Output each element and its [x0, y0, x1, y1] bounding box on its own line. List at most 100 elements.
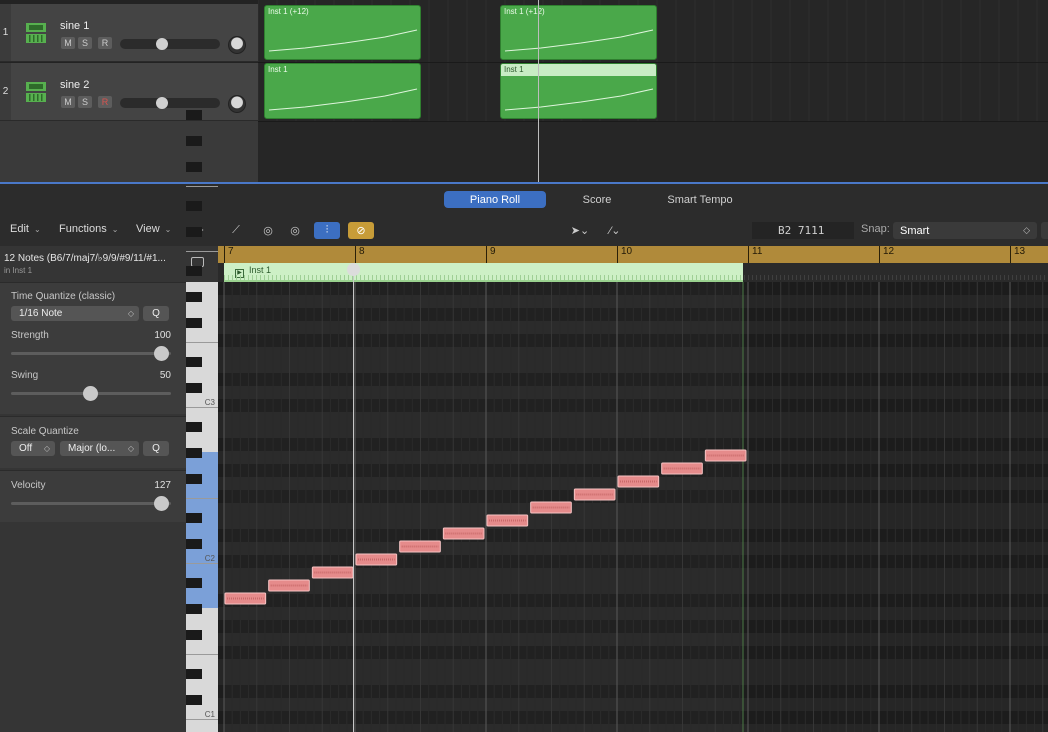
region-label: Inst 1 (+12)	[268, 7, 309, 16]
tab-score[interactable]: Score	[560, 191, 634, 208]
velocity-slider-knob[interactable]	[154, 496, 169, 511]
midi-region[interactable]: Inst 1 (+12)	[500, 5, 657, 60]
edit-menu-label: Edit	[10, 223, 29, 235]
region-strip: ▶ Inst 1	[218, 263, 1048, 282]
bar-number: 7	[224, 246, 234, 263]
midi-region-selected[interactable]: Inst 1	[500, 63, 657, 119]
region-label: Inst 1	[268, 65, 288, 74]
chevron-down-icon: ⌄	[164, 225, 172, 234]
black-key[interactable]	[186, 630, 202, 640]
link-icon[interactable]: ⊘	[348, 222, 374, 239]
velocity-value: 127	[154, 480, 171, 491]
black-key[interactable]	[186, 266, 202, 276]
volume-slider-knob[interactable]	[156, 38, 168, 50]
bar-number: 12	[879, 246, 894, 263]
record-button[interactable]: R	[98, 37, 112, 49]
scale-quantize-off-select[interactable]: Off ◇	[11, 441, 55, 456]
track-header-2[interactable]: 2 sine 2 M S R	[0, 63, 258, 121]
black-key[interactable]	[186, 539, 202, 549]
bar-number: 8	[355, 246, 365, 263]
bar-number: 9	[486, 246, 496, 263]
solo-button[interactable]: S	[78, 37, 92, 49]
tracks-empty-area	[0, 121, 258, 183]
piano-roll-playhead[interactable]	[353, 263, 354, 732]
black-key[interactable]	[186, 110, 202, 120]
white-key-divider	[186, 719, 218, 720]
black-key[interactable]	[186, 604, 202, 614]
chevron-updown-icon: ◇	[127, 309, 134, 318]
automation-curve-icon[interactable]: ⟋	[226, 222, 246, 239]
black-key[interactable]	[186, 669, 202, 679]
volume-slider-knob[interactable]	[156, 97, 168, 109]
black-key[interactable]	[186, 162, 202, 172]
tab-piano-roll[interactable]: Piano Roll	[444, 191, 546, 208]
black-key[interactable]	[186, 318, 202, 328]
scale-mode-select[interactable]: Major (lo... ◇	[60, 441, 139, 456]
editor-tab-bar: Piano Roll Score Smart Tempo	[0, 184, 1048, 214]
pan-knob[interactable]	[228, 36, 246, 54]
time-quantize-select[interactable]: 1/16 Note ◇	[11, 306, 139, 321]
snap-label: Snap:	[861, 223, 890, 235]
collapse-mode-icon[interactable]: ⫶	[314, 222, 340, 239]
midi-out-icon[interactable]: ◎	[258, 222, 278, 239]
white-key-divider	[186, 498, 218, 499]
strength-slider-knob[interactable]	[154, 346, 169, 361]
tab-smart-tempo[interactable]: Smart Tempo	[650, 191, 750, 208]
black-key[interactable]	[186, 292, 202, 302]
functions-menu[interactable]: Functions ⌄	[59, 223, 118, 235]
velocity-slider[interactable]	[11, 502, 171, 505]
black-key[interactable]	[186, 357, 202, 367]
playhead-handle[interactable]	[347, 263, 360, 276]
swing-slider-knob[interactable]	[83, 386, 98, 401]
track-header-1[interactable]: 1 sine 1 M S R	[0, 4, 258, 62]
bar-ruler[interactable]: 7 8 9 10 11 12 13	[218, 246, 1048, 263]
black-key[interactable]	[186, 422, 202, 432]
pan-knob[interactable]	[228, 95, 246, 113]
black-key[interactable]	[186, 201, 202, 211]
volume-slider[interactable]	[120, 97, 220, 109]
volume-slider[interactable]	[120, 38, 220, 50]
strength-slider[interactable]	[11, 352, 171, 355]
piano-keyboard[interactable]: C3 C2 C1	[186, 110, 218, 732]
mute-button[interactable]: M	[61, 37, 75, 49]
track-name[interactable]: sine 1	[60, 20, 89, 32]
black-key[interactable]	[186, 695, 202, 705]
mute-button[interactable]: M	[61, 96, 75, 108]
scale-off-value: Off	[19, 443, 33, 454]
black-key[interactable]	[186, 474, 202, 484]
view-menu[interactable]: View ⌄	[136, 223, 171, 235]
white-key-divider	[186, 654, 218, 655]
midi-thru-icon[interactable]: ◎	[285, 222, 305, 239]
midi-region[interactable]: Inst 1 (+12)	[264, 5, 421, 60]
snap-value: Smart	[900, 224, 930, 237]
swing-value: 50	[159, 370, 171, 381]
bar-number: 11	[748, 246, 762, 263]
black-key[interactable]	[186, 136, 202, 146]
pencil-tool-icon[interactable]: ⁄⌄	[600, 222, 630, 239]
piano-roll-grid[interactable]	[218, 282, 1048, 732]
toolbar-overflow[interactable]	[1041, 222, 1048, 239]
black-key[interactable]	[186, 227, 202, 237]
snap-select[interactable]: Smart ◇	[893, 222, 1037, 239]
scale-quantize-q-button[interactable]: Q	[143, 441, 169, 456]
piano-roll-toolbar: Edit⌄ Functions⌄ View⌄ ⚹ ⟋ ◎ ◎ ⫶ ⊘ ➤⌄ ⁄⌄…	[0, 214, 1048, 246]
chevron-updown-icon: ◇	[43, 444, 50, 453]
pointer-tool-icon[interactable]: ➤⌄	[567, 222, 593, 239]
midi-region[interactable]: Inst 1	[264, 63, 421, 119]
tracks-area: 1 sine 1 M S R 2 sine 2 M S R Inst 1 (+1…	[0, 0, 1048, 184]
time-quantize-q-button[interactable]: Q	[143, 306, 169, 321]
chevron-updown-icon: ◇	[1023, 225, 1030, 235]
time-quantize-value: 1/16 Note	[19, 308, 63, 319]
edit-menu[interactable]: Edit ⌄	[10, 223, 41, 235]
selection-title: 12 Notes (B6/7/maj7/♭9/9/#9/11/#1...	[4, 253, 166, 264]
white-key-divider	[186, 186, 218, 187]
white-key-divider	[186, 251, 218, 252]
record-button[interactable]: R	[98, 96, 112, 108]
track-name[interactable]: sine 2	[60, 79, 89, 91]
playhead-line[interactable]	[538, 0, 539, 183]
solo-button[interactable]: S	[78, 96, 92, 108]
black-key[interactable]	[186, 383, 202, 393]
black-key[interactable]	[186, 448, 202, 458]
black-key[interactable]	[186, 578, 202, 588]
black-key[interactable]	[186, 513, 202, 523]
